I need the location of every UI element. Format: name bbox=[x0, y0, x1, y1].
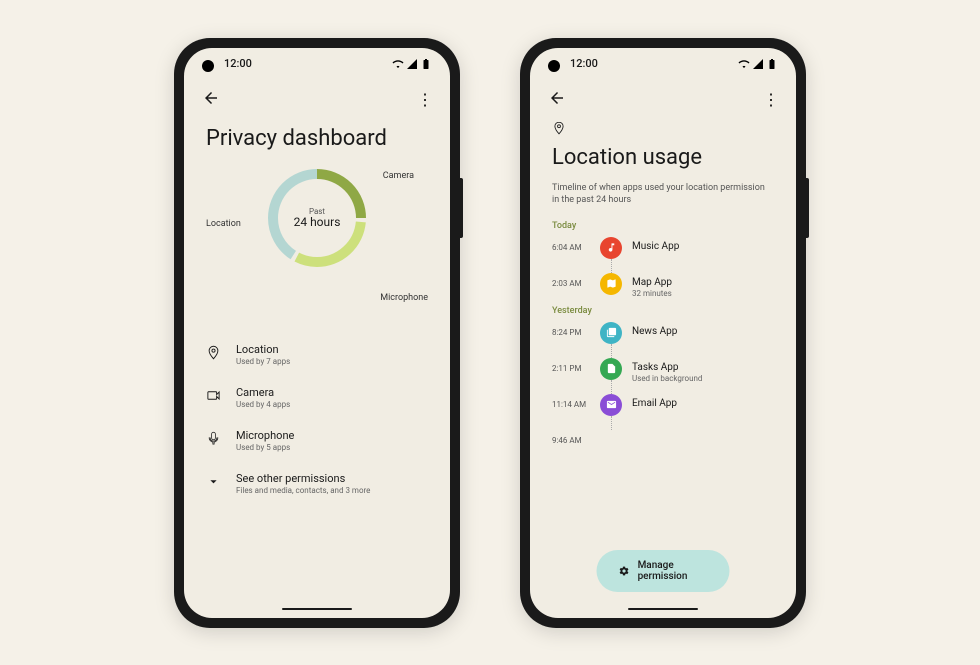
nav-bar: ⋮ bbox=[184, 80, 450, 120]
screen-2: 12:00 ⋮ Location usage Timeline of when … bbox=[530, 48, 796, 618]
phone-frame-2: 12:00 ⋮ Location usage Timeline of when … bbox=[520, 38, 806, 628]
see-other-permissions[interactable]: See other permissions Files and media, c… bbox=[206, 462, 428, 505]
permission-item-camera[interactable]: Camera Used by 4 apps bbox=[206, 376, 428, 419]
battery-icon bbox=[420, 58, 432, 70]
music-app-icon bbox=[600, 237, 622, 259]
nav-bar: ⋮ bbox=[530, 80, 796, 120]
map-app-icon bbox=[600, 273, 622, 295]
chart-label-camera: Camera bbox=[383, 171, 414, 181]
battery-icon bbox=[766, 58, 778, 70]
permission-item-microphone[interactable]: Microphone Used by 5 apps bbox=[206, 419, 428, 462]
section-yesterday: Yesterday bbox=[552, 306, 774, 316]
donut-big-text: 24 hours bbox=[294, 215, 341, 228]
clock: 12:00 bbox=[224, 57, 252, 70]
permission-list: Location Used by 7 apps Camera Used by 4… bbox=[206, 333, 428, 505]
camera-icon bbox=[206, 388, 222, 407]
camera-hole bbox=[548, 60, 560, 72]
donut-chart[interactable]: Past 24 hours bbox=[262, 163, 372, 273]
tasks-app-icon bbox=[600, 358, 622, 380]
more-button[interactable]: ⋮ bbox=[417, 90, 432, 109]
chart-label-location: Location bbox=[206, 219, 241, 229]
home-indicator[interactable] bbox=[282, 608, 352, 610]
back-button[interactable] bbox=[548, 89, 566, 111]
back-button[interactable] bbox=[202, 89, 220, 111]
section-today: Today bbox=[552, 221, 774, 231]
timeline-item-email[interactable]: 11:14 AM Email App bbox=[552, 394, 774, 430]
more-button[interactable]: ⋮ bbox=[763, 90, 778, 109]
wifi-icon bbox=[392, 58, 404, 70]
timeline-item-tasks[interactable]: 2:11 PM Tasks App Used in background bbox=[552, 358, 774, 394]
content-2: Location usage Timeline of when apps use… bbox=[530, 120, 796, 445]
page-subtitle: Timeline of when apps used your location… bbox=[552, 182, 774, 207]
content-1: Privacy dashboard Camera Location Microp… bbox=[184, 126, 450, 505]
donut-center: Past 24 hours bbox=[294, 206, 341, 228]
clock: 12:00 bbox=[570, 57, 598, 70]
gear-icon bbox=[619, 564, 630, 578]
status-icons bbox=[392, 58, 432, 70]
status-bar: 12:00 bbox=[184, 48, 450, 80]
manage-permission-label: Manage permission bbox=[638, 560, 708, 582]
page-title: Privacy dashboard bbox=[206, 126, 428, 151]
timeline-yesterday: 8:24 PM News App 2:11 PM bbox=[552, 322, 774, 445]
location-header-icon bbox=[552, 120, 774, 139]
donut-chart-wrap: Camera Location Microphone Past 24 hours bbox=[206, 163, 428, 313]
manage-permission-button[interactable]: Manage permission bbox=[597, 550, 730, 592]
timeline-today: 6:04 AM Music App 2:03 AM Map Ap bbox=[552, 237, 774, 298]
chevron-down-icon bbox=[206, 474, 222, 493]
news-app-icon bbox=[600, 322, 622, 344]
home-indicator[interactable] bbox=[628, 608, 698, 610]
timeline-item-music[interactable]: 6:04 AM Music App bbox=[552, 237, 774, 273]
timeline-item-map[interactable]: 2:03 AM Map App 32 minutes bbox=[552, 273, 774, 298]
signal-icon bbox=[752, 58, 764, 70]
wifi-icon bbox=[738, 58, 750, 70]
permission-text: Location Used by 7 apps bbox=[236, 343, 290, 366]
email-app-icon bbox=[600, 394, 622, 416]
status-icons bbox=[738, 58, 778, 70]
screen-1: 12:00 ⋮ Privacy dashboard Camera Locatio… bbox=[184, 48, 450, 618]
chart-label-microphone: Microphone bbox=[380, 293, 428, 303]
page-title: Location usage bbox=[552, 145, 774, 170]
permission-item-location[interactable]: Location Used by 7 apps bbox=[206, 333, 428, 376]
timeline-item-news[interactable]: 8:24 PM News App bbox=[552, 322, 774, 358]
camera-hole bbox=[202, 60, 214, 72]
timeline-item-last[interactable]: 9:46 AM bbox=[552, 430, 774, 445]
signal-icon bbox=[406, 58, 418, 70]
status-bar: 12:00 bbox=[530, 48, 796, 80]
phone-frame-1: 12:00 ⋮ Privacy dashboard Camera Locatio… bbox=[174, 38, 460, 628]
location-icon bbox=[206, 345, 222, 364]
mic-icon bbox=[206, 431, 222, 450]
